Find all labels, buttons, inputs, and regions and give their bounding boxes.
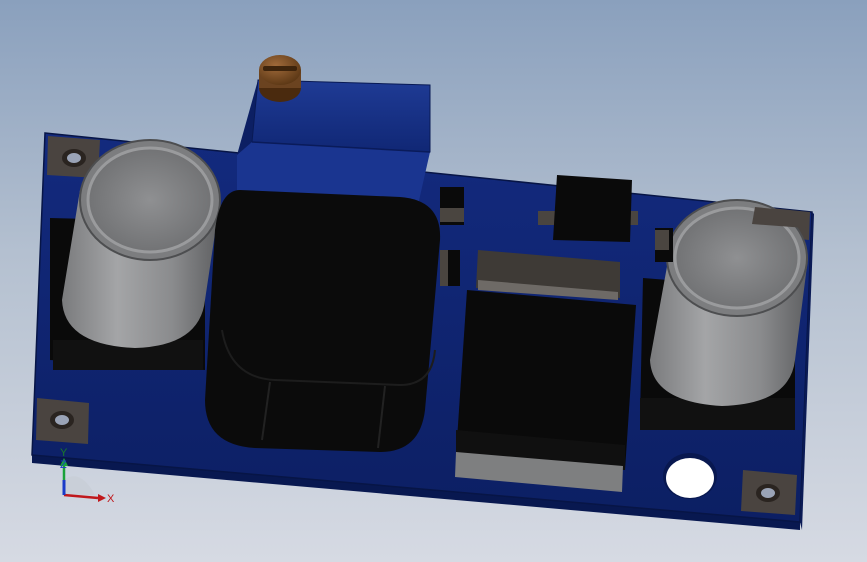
smd-resistor-2 — [440, 250, 460, 286]
potentiometer-screw — [259, 55, 301, 102]
z-axis-label: Z — [60, 459, 67, 471]
mounting-hole — [663, 453, 717, 499]
regulator-ic — [455, 250, 636, 492]
mounting-pad-bottom-right — [741, 470, 797, 515]
axis-triad: X Y Z — [60, 447, 115, 505]
cad-3d-viewport[interactable] — [0, 0, 867, 562]
triad-plane-shading — [64, 476, 95, 495]
x-axis-label: X — [107, 493, 115, 505]
mounting-pad-bottom-left — [36, 398, 89, 444]
trimmer-potentiometer — [237, 79, 431, 205]
x-axis-arrowhead — [98, 494, 106, 502]
x-axis-arrow — [63, 493, 99, 500]
smd-resistor-1 — [440, 187, 464, 225]
smd-resistor-3 — [655, 228, 673, 262]
y-axis-label: Y — [60, 447, 68, 459]
power-inductor — [205, 190, 441, 452]
